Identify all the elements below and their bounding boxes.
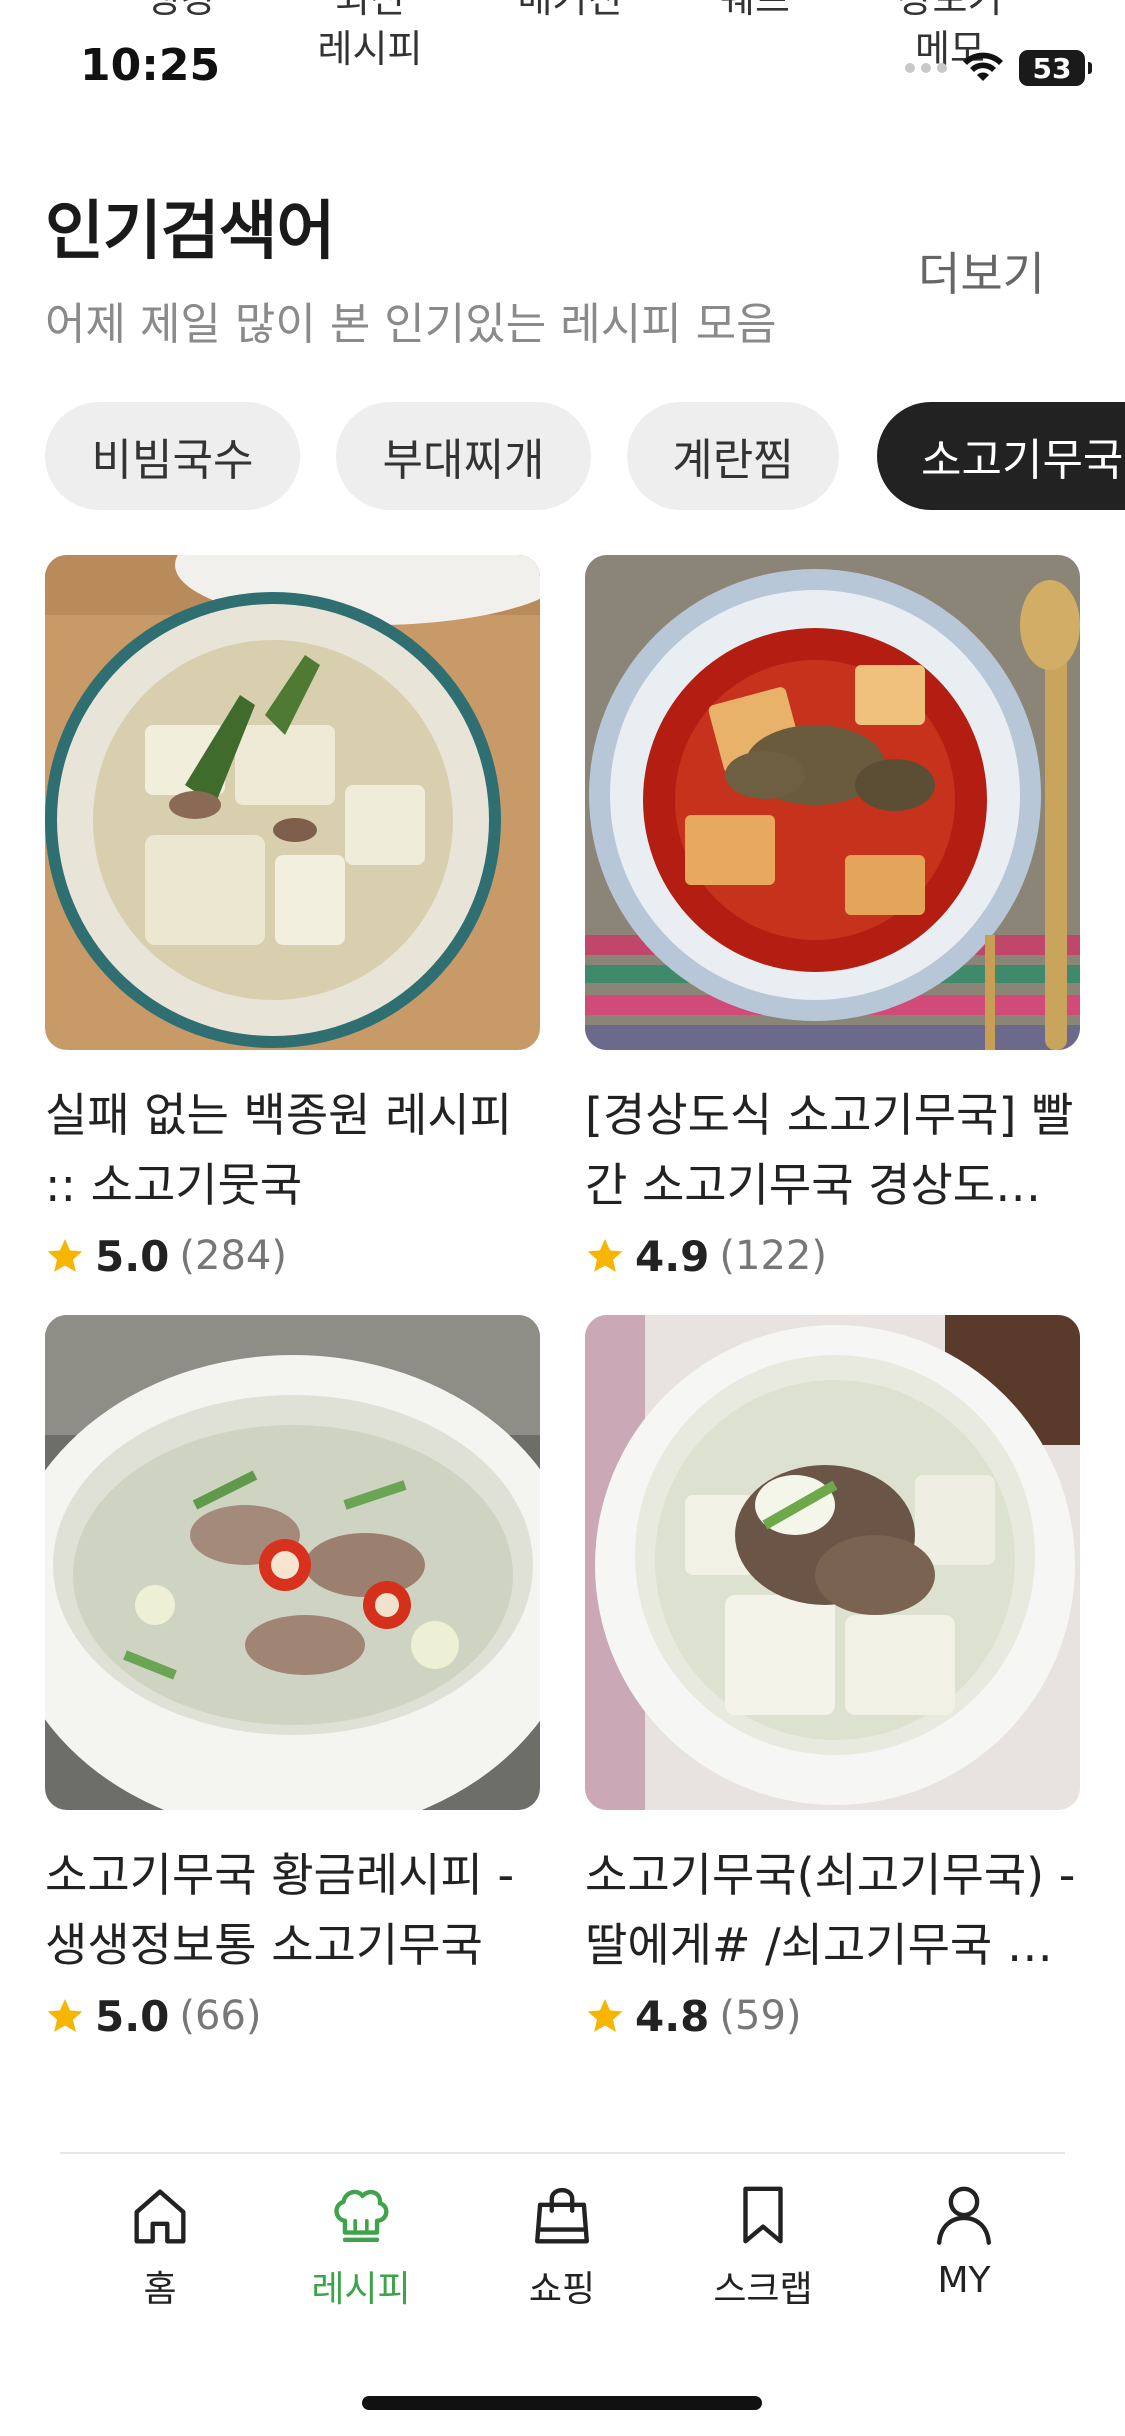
shopping-bag-icon (535, 2188, 589, 2244)
rating-count: (122) (719, 1233, 827, 1279)
chip-bibim-guksu[interactable]: 비빔국수 (45, 402, 300, 510)
recipe-card[interactable]: 실패 없는 백종원 레시피 :: 소고기뭇국 5.0 (284) (45, 555, 540, 1286)
tab-home[interactable]: 홈 (80, 2180, 240, 2312)
tab-bar-divider (60, 2152, 1065, 2154)
recipe-rating: 4.9 (122) (585, 1226, 1080, 1286)
home-indicator (362, 2396, 762, 2410)
recipe-rating: 5.0 (66) (45, 1986, 540, 2046)
star-icon (47, 1999, 83, 2032)
home-icon (134, 2189, 186, 2244)
tab-label: 레시피 (311, 2269, 411, 2310)
chip-sogogi-muguk[interactable]: 소고기무국 (877, 402, 1125, 510)
tab-scrap[interactable]: 스크랩 (683, 2180, 843, 2312)
recipe-title[interactable]: 소고기무국(쇠고기무국) - 딸에게# /쇠고기무국 끓이는법 (585, 1840, 1080, 1980)
recipe-rating: 4.8 (59) (585, 1986, 1080, 2046)
section-subtitle: 어제 제일 많이 본 인기있는 레시피 모음 (45, 299, 777, 350)
chip-gyeran-jjim[interactable]: 계란찜 (627, 402, 839, 510)
recipe-card[interactable]: 소고기무국(쇠고기무국) - 딸에게# /쇠고기무국 끓이는법 4.8 (59) (585, 1315, 1080, 2046)
bookmark-icon (743, 2186, 783, 2244)
recipe-rating: 5.0 (284) (45, 1226, 540, 1286)
rating-score: 5.0 (95, 1231, 170, 1281)
star-icon (47, 1239, 83, 1272)
recipe-title[interactable]: 실패 없는 백종원 레시피 :: 소고기뭇국 (45, 1080, 540, 1220)
tab-shopping[interactable]: 쇼핑 (482, 2180, 642, 2312)
tab-my[interactable]: MY (884, 2180, 1044, 2301)
person-icon (937, 2186, 991, 2245)
recipe-image[interactable] (45, 555, 540, 1050)
recipe-title[interactable]: 소고기무국 황금레시피 - 생생정보통 소고기무국 (45, 1840, 540, 1980)
rating-count: (66) (179, 1993, 262, 2039)
tab-label: MY (937, 2260, 991, 2301)
recipe-card[interactable]: 소고기무국 황금레시피 - 생생정보통 소고기무국 5.0 (66) (45, 1315, 540, 2046)
status-bar: 10:25 53 (0, 0, 1125, 110)
chef-hat-icon (334, 2189, 389, 2242)
rating-score: 4.9 (635, 1231, 710, 1281)
cellular-signal-icon (905, 63, 947, 73)
rating-score: 5.0 (95, 1991, 170, 2041)
screen: 랭킹 최신 레시피 매거진 쉐프 장보기 메모 10:25 53 인기검색어 어… (0, 0, 1125, 2436)
recipe-image[interactable] (585, 555, 1080, 1050)
chip-budae-jjigae[interactable]: 부대찌개 (336, 402, 591, 510)
status-time: 10:25 (80, 40, 221, 91)
tab-label: 쇼핑 (528, 2269, 596, 2310)
bottom-tab-bar: 홈 레시피 쇼핑 스크랩 MY (0, 2180, 1125, 2310)
wifi-icon (961, 51, 1005, 85)
rating-count: (284) (179, 1233, 287, 1279)
section-title: 인기검색어 (45, 195, 335, 269)
battery-indicator: 53 (1019, 50, 1092, 86)
keyword-chips: 비빔국수 부대찌개 계란찜 소고기무국 (45, 402, 1125, 512)
recipe-card[interactable]: [경상도식 소고기무국] 빨간 소고기무국 경상도식 소고기국 4.9 (122… (585, 555, 1080, 1286)
recipe-title[interactable]: [경상도식 소고기무국] 빨간 소고기무국 경상도식 소고기국 (585, 1080, 1080, 1220)
star-icon (587, 1239, 623, 1272)
rating-score: 4.8 (635, 1991, 710, 2041)
rating-count: (59) (719, 1993, 802, 2039)
tab-recipe[interactable]: 레시피 (281, 2180, 441, 2312)
recipe-image[interactable] (585, 1315, 1080, 1810)
star-icon (587, 1999, 623, 2032)
tab-label: 스크랩 (713, 2269, 813, 2310)
more-button[interactable]: 더보기 (918, 238, 1045, 304)
recipe-image[interactable] (45, 1315, 540, 1810)
status-icons: 53 (905, 48, 1092, 88)
tab-label: 홈 (143, 2269, 177, 2310)
